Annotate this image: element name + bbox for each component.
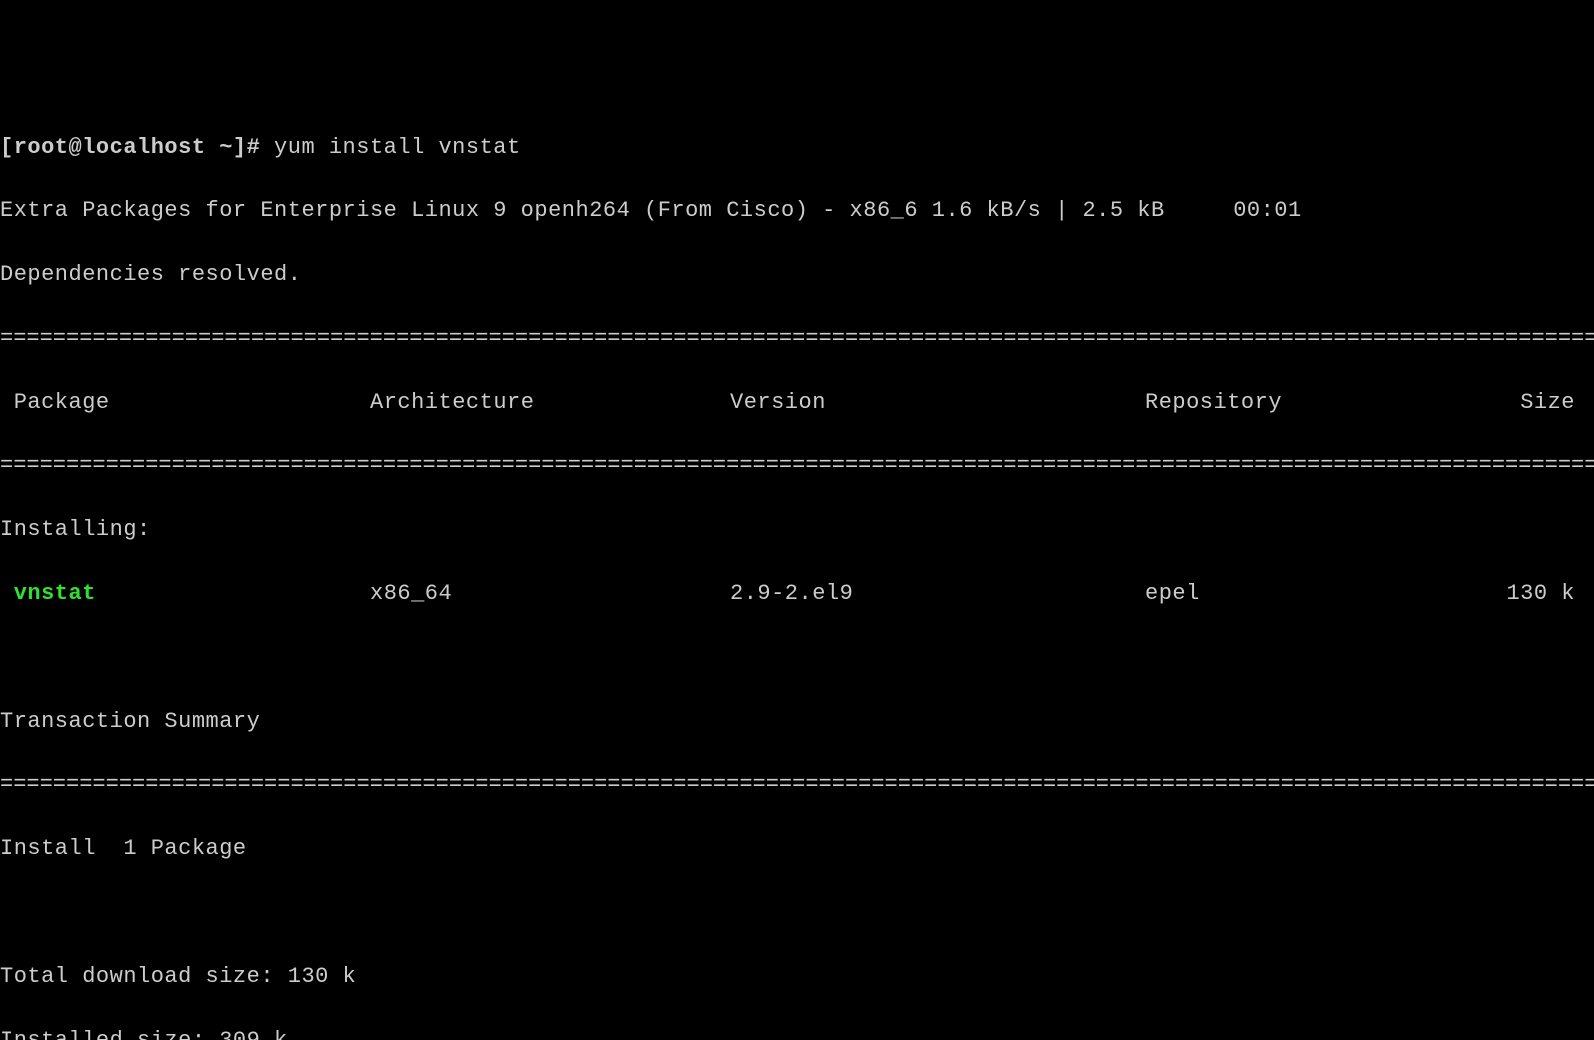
pkg-version: 2.9-2.el9 (730, 578, 1145, 610)
pkg-size: 130 k (1449, 578, 1575, 610)
transaction-summary-label: Transaction Summary (0, 706, 1594, 738)
divider: ========================================… (0, 323, 1594, 355)
col-version: Version (730, 387, 1145, 419)
total-download-line: Total download size: 130 k (0, 961, 1594, 993)
col-repo: Repository (1145, 387, 1449, 419)
pkg-name: vnstat (0, 578, 370, 610)
pkg-arch: x86_64 (370, 578, 730, 610)
shell-prompt-line: [root@localhost ~]# yum install vnstat (0, 132, 1594, 164)
blank-line (0, 642, 1594, 674)
installing-label: Installing: (0, 514, 1594, 546)
shell-command: yum install vnstat (274, 135, 521, 160)
col-package: Package (0, 387, 370, 419)
divider: ========================================… (0, 450, 1594, 482)
pkg-repo: epel (1145, 578, 1449, 610)
deps-resolved-line: Dependencies resolved. (0, 259, 1594, 291)
col-size: Size (1449, 387, 1575, 419)
divider: ========================================… (0, 769, 1594, 801)
col-arch: Architecture (370, 387, 730, 419)
package-row: vnstatx86_642.9-2.el9epel130 k (0, 578, 1594, 610)
repo-status-line: Extra Packages for Enterprise Linux 9 op… (0, 195, 1594, 227)
shell-prompt: [root@localhost ~]# (0, 135, 274, 160)
table-header-row: PackageArchitectureVersionRepositorySize (0, 387, 1594, 419)
installed-size-line: Installed size: 309 k (0, 1025, 1594, 1040)
blank-line (0, 897, 1594, 929)
install-count-line: Install 1 Package (0, 833, 1594, 865)
